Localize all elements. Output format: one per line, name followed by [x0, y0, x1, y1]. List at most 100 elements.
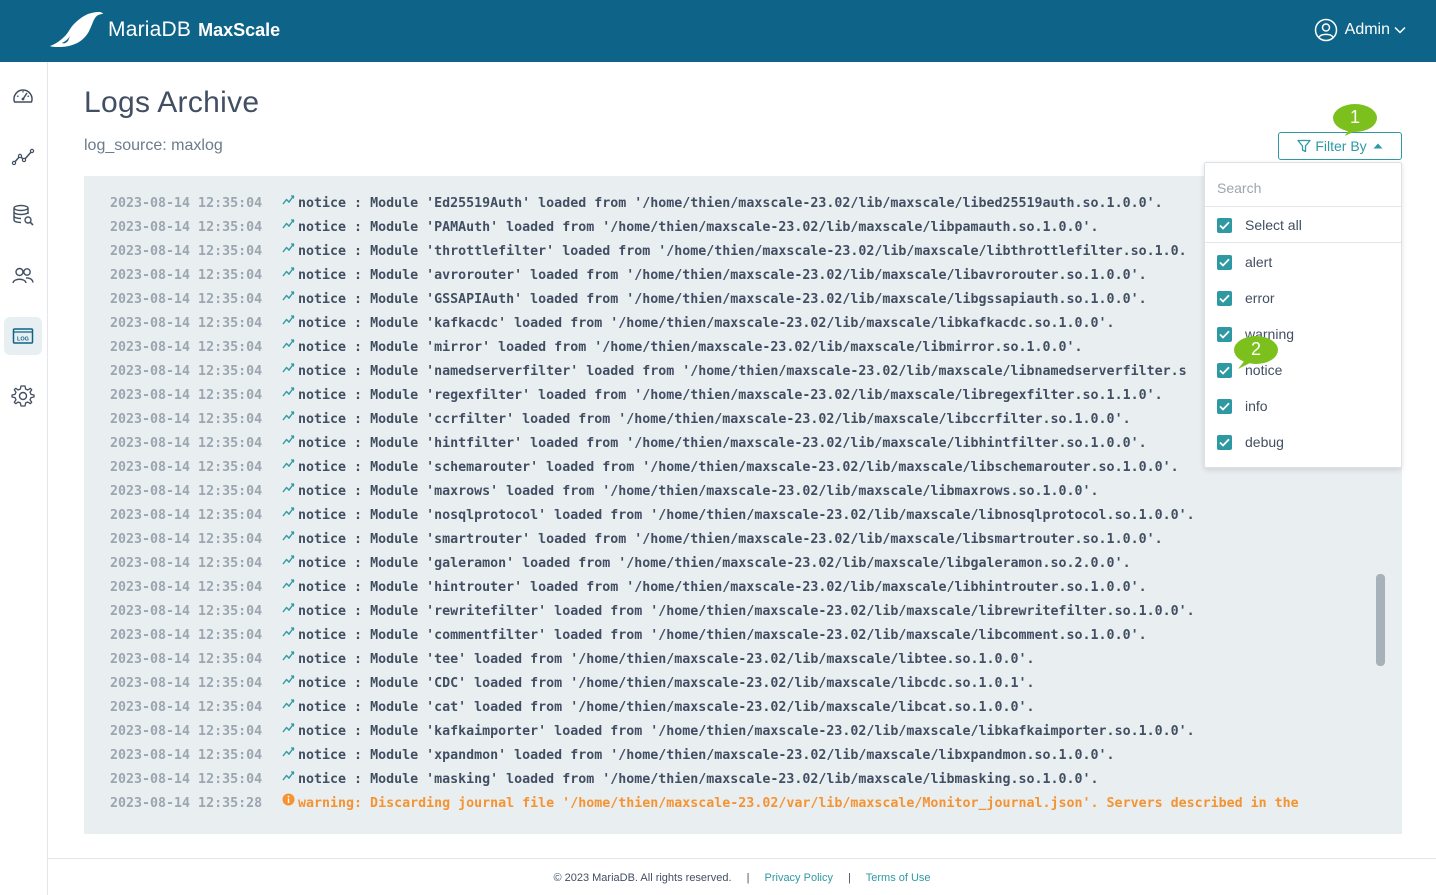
notice-icon — [282, 311, 296, 335]
filter-option-label: info — [1245, 398, 1268, 414]
log-level: notice — [298, 388, 347, 403]
log-timestamp: 2023-08-14 12:35:04 — [110, 196, 263, 211]
filter-icon — [1297, 139, 1311, 153]
product-name: MaxScale — [198, 19, 281, 40]
top-app-bar: MariaDB MaxScale Admin — [0, 0, 1436, 62]
sidebar-item-dashboard[interactable] — [4, 78, 42, 116]
mariadb-maxscale-logo[interactable]: MariaDB MaxScale — [48, 10, 280, 50]
notice-icon — [282, 287, 296, 311]
log-level: warning — [298, 796, 355, 811]
notice-icon — [282, 575, 296, 599]
svg-text:LOG: LOG — [17, 336, 29, 342]
filter-option-alert[interactable]: alert — [1217, 250, 1272, 274]
sidebar-item-users[interactable] — [4, 256, 42, 294]
log-level: notice — [298, 268, 347, 283]
log-timestamp: 2023-08-14 12:35:04 — [110, 364, 263, 379]
log-timestamp: 2023-08-14 12:35:04 — [110, 340, 263, 355]
log-line: 2023-08-14 12:35:04 notice : Module 'Ed25… — [110, 191, 1163, 215]
log-message: : Module 'galeramon' loaded from '/home/… — [346, 556, 1131, 571]
filter-option-label: error — [1245, 290, 1275, 306]
log-message: : Module 'tee' loaded from '/home/thien/… — [346, 652, 1035, 667]
log-message: : Module 'ccrfilter' loaded from '/home/… — [346, 412, 1131, 427]
log-level: notice — [298, 652, 347, 667]
log-line: 2023-08-14 12:35:04 notice : Module 'smar… — [110, 527, 1163, 551]
log-scrollbar[interactable] — [1376, 574, 1385, 666]
notice-icon — [282, 191, 296, 215]
log-line: 2023-08-14 12:35:04 notice : Module 'gale… — [110, 551, 1131, 575]
log-message: : Module 'cat' loaded from '/home/thien/… — [346, 700, 1035, 715]
notice-icon — [282, 407, 296, 431]
filter-option-error[interactable]: error — [1217, 286, 1275, 310]
log-line: 2023-08-14 12:35:04 notice : Module 'CDC'… — [110, 671, 1035, 695]
logs-icon: LOG — [12, 328, 34, 344]
checkbox-checked-icon — [1217, 290, 1232, 306]
log-source-label: log_source: maxlog — [84, 137, 223, 154]
notice-icon — [282, 431, 296, 455]
log-message: : Module 'smartrouter' loaded from '/hom… — [346, 532, 1163, 547]
log-message: : Module 'masking' loaded from '/home/th… — [346, 772, 1099, 787]
gear-icon — [11, 385, 35, 407]
notice-icon — [282, 479, 296, 503]
database-search-icon — [13, 204, 34, 226]
log-timestamp: 2023-08-14 12:35:04 — [110, 436, 263, 451]
notice-icon — [282, 359, 296, 383]
log-line: 2023-08-14 12:35:04 notice : Module 'thro… — [110, 239, 1187, 263]
notice-icon — [282, 455, 296, 479]
log-message: : Module 'CDC' loaded from '/home/thien/… — [346, 676, 1035, 691]
log-timestamp: 2023-08-14 12:35:04 — [110, 628, 263, 643]
annotation-callout-1: 1 — [1333, 103, 1377, 136]
checkbox-checked-icon — [1217, 434, 1232, 450]
sidebar-item-settings[interactable] — [4, 377, 42, 415]
copyright-text: © 2023 MariaDB. All rights reserved. — [553, 872, 732, 884]
log-timestamp: 2023-08-14 12:35:04 — [110, 580, 263, 595]
user-name: Admin — [1344, 21, 1390, 38]
log-line: 2023-08-14 12:35:04 notice : Module 'rege… — [110, 383, 1163, 407]
filter-option-select-all[interactable]: Select all — [1217, 213, 1302, 237]
log-line: 2023-08-14 12:35:04 notice : Module 'comm… — [110, 623, 1147, 647]
filter-option-debug[interactable]: debug — [1217, 430, 1284, 454]
log-line: 2023-08-14 12:35:04 notice : Module 'xpan… — [110, 743, 1115, 767]
log-level: notice — [298, 316, 347, 331]
log-line: 2023-08-14 12:35:04 notice : Module 'tee'… — [110, 647, 1035, 671]
log-timestamp: 2023-08-14 12:35:04 — [110, 268, 263, 283]
sidebar-item-logs-archive[interactable]: LOG — [4, 317, 42, 355]
notice-icon — [282, 383, 296, 407]
privacy-policy-link[interactable]: Privacy Policy — [765, 872, 833, 884]
caret-up-icon — [1373, 143, 1383, 149]
log-timestamp: 2023-08-14 12:35:04 — [110, 604, 263, 619]
log-line: 2023-08-14 12:35:04 notice : Module 'nosq… — [110, 503, 1195, 527]
sidebar: LOG — [0, 62, 48, 895]
log-timestamp: 2023-08-14 12:35:04 — [110, 316, 263, 331]
log-timestamp: 2023-08-14 12:35:04 — [110, 772, 263, 787]
log-line: 2023-08-14 12:35:04 notice : Module 'name… — [110, 359, 1187, 383]
notice-icon — [282, 551, 296, 575]
log-level: notice — [298, 580, 347, 595]
footer-divider: | — [746, 872, 750, 884]
notice-icon — [282, 695, 296, 719]
notice-icon — [282, 215, 296, 239]
filter-option-label: debug — [1245, 434, 1284, 450]
log-level: notice — [298, 196, 347, 211]
filter-search-input[interactable] — [1217, 180, 1387, 196]
log-message: : Module 'throttlefilter' loaded from '/… — [346, 244, 1187, 259]
log-line: 2023-08-14 12:35:28 warning: Discarding j… — [110, 791, 1299, 815]
log-message: : Module 'hintrouter' loaded from '/home… — [346, 580, 1147, 595]
log-timestamp: 2023-08-14 12:35:04 — [110, 460, 263, 475]
terms-of-use-link[interactable]: Terms of Use — [866, 872, 931, 884]
log-message: : Module 'mirror' loaded from '/home/thi… — [346, 340, 1083, 355]
log-level: notice — [298, 220, 347, 235]
log-line: 2023-08-14 12:35:04 notice : Module 'mask… — [110, 767, 1099, 791]
log-timestamp: 2023-08-14 12:35:04 — [110, 676, 263, 691]
annotation-callout-2: 2 — [1234, 335, 1278, 369]
log-message: : Module 'maxrows' loaded from '/home/th… — [346, 484, 1099, 499]
user-account-icon — [1314, 18, 1337, 42]
divider — [1205, 242, 1401, 243]
log-level: notice — [298, 700, 347, 715]
user-menu[interactable]: Admin — [1314, 18, 1406, 42]
sidebar-item-query-editor[interactable] — [4, 196, 42, 234]
filter-option-info[interactable]: info — [1217, 394, 1268, 418]
sidebar-item-visualization[interactable] — [4, 138, 42, 176]
checkbox-checked-icon — [1217, 362, 1232, 378]
checkbox-checked-icon — [1217, 217, 1232, 233]
log-level: notice — [298, 604, 347, 619]
